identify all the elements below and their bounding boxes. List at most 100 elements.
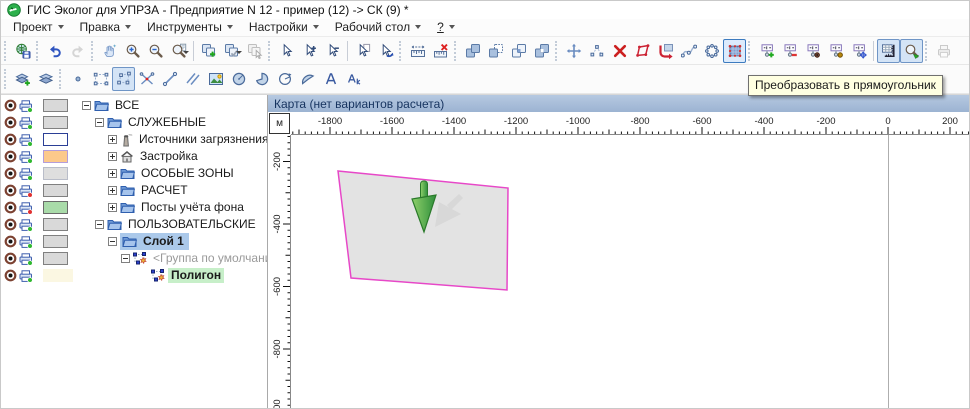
draw-circle-by-points-button[interactable] [273,67,296,91]
smooth-spline-button[interactable] [677,39,700,63]
layer-color-swatch[interactable] [43,201,68,214]
add-text-button[interactable] [319,67,342,91]
boolean-intersect-button[interactable] [507,39,530,63]
toolbar-drag-handle[interactable] [91,41,96,61]
tree-expander-plus[interactable] [108,152,117,161]
undo-button[interactable] [43,39,66,63]
toolbar-drag-handle[interactable] [748,41,753,61]
printer-icon[interactable] [19,201,34,215]
toolbar-drag-handle[interactable] [399,41,404,61]
tree-expander-plus[interactable] [108,203,117,212]
label-add-button[interactable] [755,39,778,63]
visibility-eye-icon[interactable] [4,150,17,163]
layer-color-swatch[interactable] [43,269,73,282]
visibility-eye-icon[interactable] [4,269,17,282]
insert-image-button[interactable] [204,67,227,91]
tree-row[interactable]: Слой 1 [1,233,267,250]
tree-expander-plus[interactable] [108,169,117,178]
accept-object-button[interactable] [220,39,243,63]
printer-icon[interactable] [19,235,34,249]
draw-polygon-button[interactable] [112,67,135,91]
zoom-page-button[interactable] [167,39,190,63]
visibility-eye-icon[interactable] [4,99,17,112]
round-corner-button[interactable] [654,39,677,63]
object-table-button[interactable] [877,39,900,63]
menu-item-рабочий-стол[interactable]: Рабочий стол [327,19,429,36]
menu-item-проект[interactable]: Проект [5,19,72,36]
draw-arc-button[interactable] [296,67,319,91]
draw-circle-button[interactable] [227,67,250,91]
delete-object-button[interactable] [608,39,631,63]
tree-row[interactable]: СЛУЖЕБНЫЕ [1,114,267,131]
printer-icon[interactable] [19,218,34,232]
measure-distance-button[interactable] [406,39,429,63]
tree-row[interactable]: ОСОБЫЕ ЗОНЫ [1,165,267,182]
layer-color-swatch[interactable] [43,167,68,180]
tree-row[interactable]: РАСЧЕТ [1,182,267,199]
pick-object-button[interactable] [243,39,266,63]
toolbar-drag-handle[interactable] [36,41,41,61]
layer-color-swatch[interactable] [43,116,68,129]
printer-icon[interactable] [19,184,34,198]
add-text-small-button[interactable] [342,67,365,91]
split-object-button[interactable] [135,67,158,91]
zoom-to-selection-button[interactable] [900,39,923,63]
convert-to-circle-button[interactable] [700,39,723,63]
move-nodes-button[interactable] [585,39,608,63]
edit-polygon-nodes-button[interactable] [631,39,654,63]
draw-sector-button[interactable] [250,67,273,91]
select-copy-button[interactable] [374,39,397,63]
tree-row[interactable]: <Группа по умолчанию> [1,250,267,267]
select-remove-button[interactable] [321,39,344,63]
draw-point-button[interactable] [66,67,89,91]
printer-icon[interactable] [19,116,34,130]
menu-item-инструменты[interactable]: Инструменты [139,19,241,36]
draw-parallel-line-button[interactable] [181,67,204,91]
toolbar-drag-handle[interactable] [268,41,273,61]
toolbar-drag-handle[interactable] [59,69,64,89]
label-move-button[interactable] [847,39,870,63]
measure-clear-button[interactable] [429,39,452,63]
layer-color-swatch[interactable] [43,235,68,248]
tree-row[interactable]: ВСЕ [1,97,267,114]
menu-item-?[interactable]: ? [429,19,463,36]
move-object-button[interactable] [562,39,585,63]
printer-icon[interactable] [19,167,34,181]
printer-icon[interactable] [19,133,34,147]
visibility-eye-icon[interactable] [4,218,17,231]
select-add-button[interactable] [298,39,321,63]
tree-row[interactable]: Застройка [1,148,267,165]
printer-icon[interactable] [19,252,34,266]
toolbar-drag-handle[interactable] [4,41,9,61]
draw-rectangle-button[interactable] [89,67,112,91]
visibility-eye-icon[interactable] [4,201,17,214]
boolean-exclude-button[interactable] [530,39,553,63]
print-button[interactable] [932,39,955,63]
label-visibility-button[interactable] [801,39,824,63]
boolean-union-button[interactable] [461,39,484,63]
add-object-button[interactable] [197,39,220,63]
toolbar-drag-handle[interactable] [4,69,9,89]
tree-row[interactable]: Полигон [1,267,267,284]
boolean-subtract-button[interactable] [484,39,507,63]
redo-button[interactable] [66,39,89,63]
layer-color-swatch[interactable] [43,99,68,112]
printer-icon[interactable] [19,99,34,113]
layers-list-button[interactable] [34,67,57,91]
tree-expander-minus[interactable] [82,101,91,110]
tree-expander-plus[interactable] [108,186,117,195]
convert-to-rectangle-button[interactable] [723,39,746,63]
visibility-eye-icon[interactable] [4,116,17,129]
tree-row[interactable]: ПОЛЬЗОВАТЕЛЬСКИЕ [1,216,267,233]
select-button[interactable] [275,39,298,63]
printer-icon[interactable] [19,150,34,164]
pan-button[interactable] [98,39,121,63]
menu-item-правка[interactable]: Правка [72,19,140,36]
layer-add-button[interactable] [11,67,34,91]
visibility-eye-icon[interactable] [4,235,17,248]
tree-expander-minus[interactable] [121,254,130,263]
visibility-eye-icon[interactable] [4,252,17,265]
tree-expander-plus[interactable] [108,135,117,144]
layer-color-swatch[interactable] [43,184,68,197]
layer-color-swatch[interactable] [43,150,68,163]
